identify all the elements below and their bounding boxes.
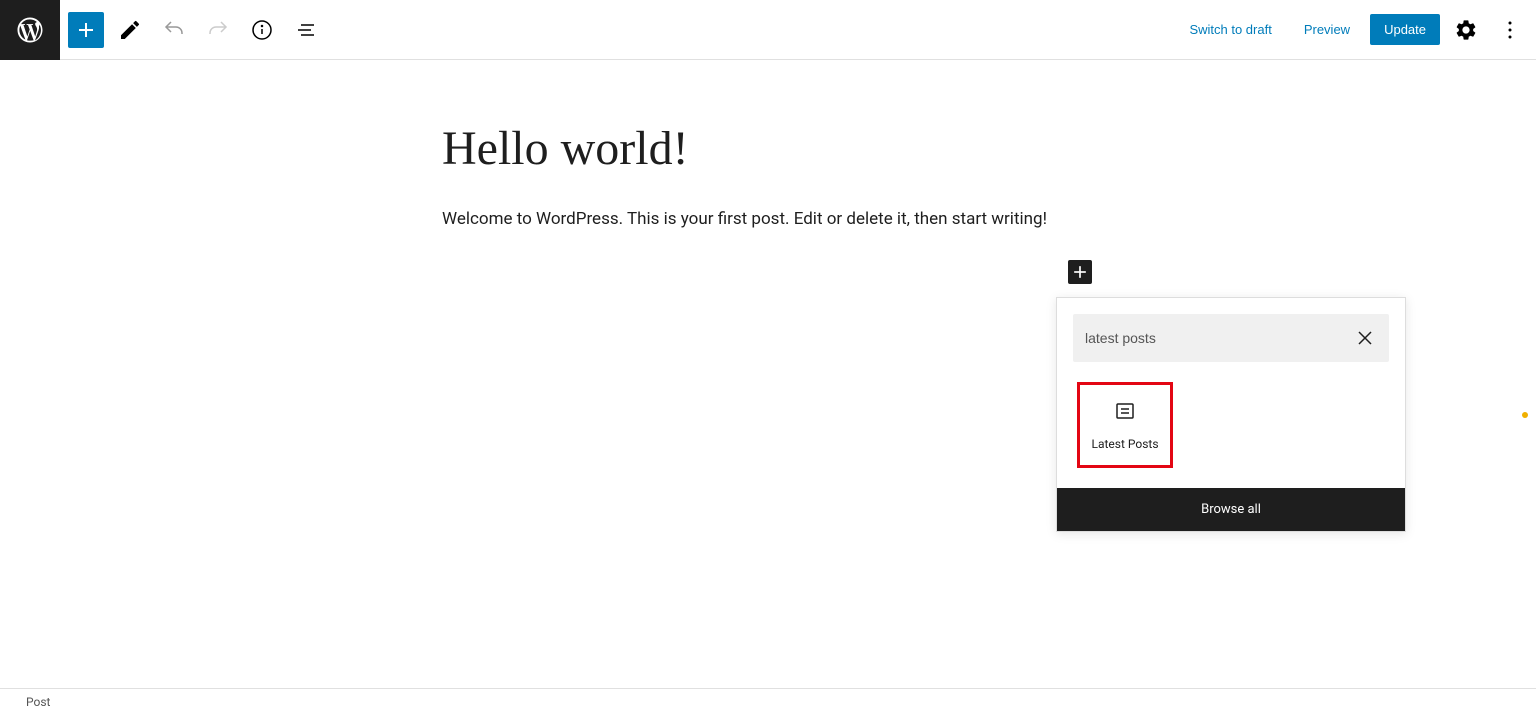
switch-to-draft-button[interactable]: Switch to draft	[1177, 14, 1283, 45]
latest-posts-icon	[1113, 399, 1137, 427]
editor-header: Switch to draft Preview Update	[0, 0, 1536, 60]
post-title[interactable]: Hello world!	[442, 120, 1094, 178]
block-inserter-toggle[interactable]	[68, 12, 104, 48]
tools-select-button[interactable]	[112, 12, 148, 48]
undo-button[interactable]	[156, 12, 192, 48]
list-view-button[interactable]	[288, 12, 324, 48]
block-item-latest-posts[interactable]: Latest Posts	[1077, 382, 1173, 468]
footer-breadcrumb[interactable]: Post	[26, 695, 50, 709]
editor-canvas[interactable]: Hello world! Welcome to WordPress. This …	[0, 60, 1536, 233]
inline-block-inserter[interactable]	[1068, 260, 1092, 284]
update-button[interactable]: Update	[1370, 14, 1440, 45]
details-button[interactable]	[244, 12, 280, 48]
annotation-dot	[1522, 412, 1528, 418]
toolbar-left	[60, 12, 324, 48]
inserter-results: Latest Posts	[1057, 370, 1405, 488]
browse-all-button[interactable]: Browse all	[1057, 488, 1405, 531]
clear-search-icon[interactable]	[1353, 326, 1377, 350]
settings-button[interactable]	[1448, 12, 1484, 48]
block-item-label: Latest Posts	[1091, 437, 1158, 451]
redo-button[interactable]	[200, 12, 236, 48]
inserter-search-input[interactable]	[1085, 330, 1353, 346]
post-body-paragraph[interactable]: Welcome to WordPress. This is your first…	[442, 206, 1094, 233]
preview-button[interactable]: Preview	[1292, 14, 1362, 45]
wordpress-logo[interactable]	[0, 0, 60, 60]
block-inserter-popover: Latest Posts Browse all	[1056, 297, 1406, 532]
toolbar-right: Switch to draft Preview Update	[1177, 12, 1536, 48]
editor-footer: Post	[0, 688, 1536, 714]
inserter-search	[1073, 314, 1389, 362]
options-button[interactable]	[1492, 12, 1528, 48]
